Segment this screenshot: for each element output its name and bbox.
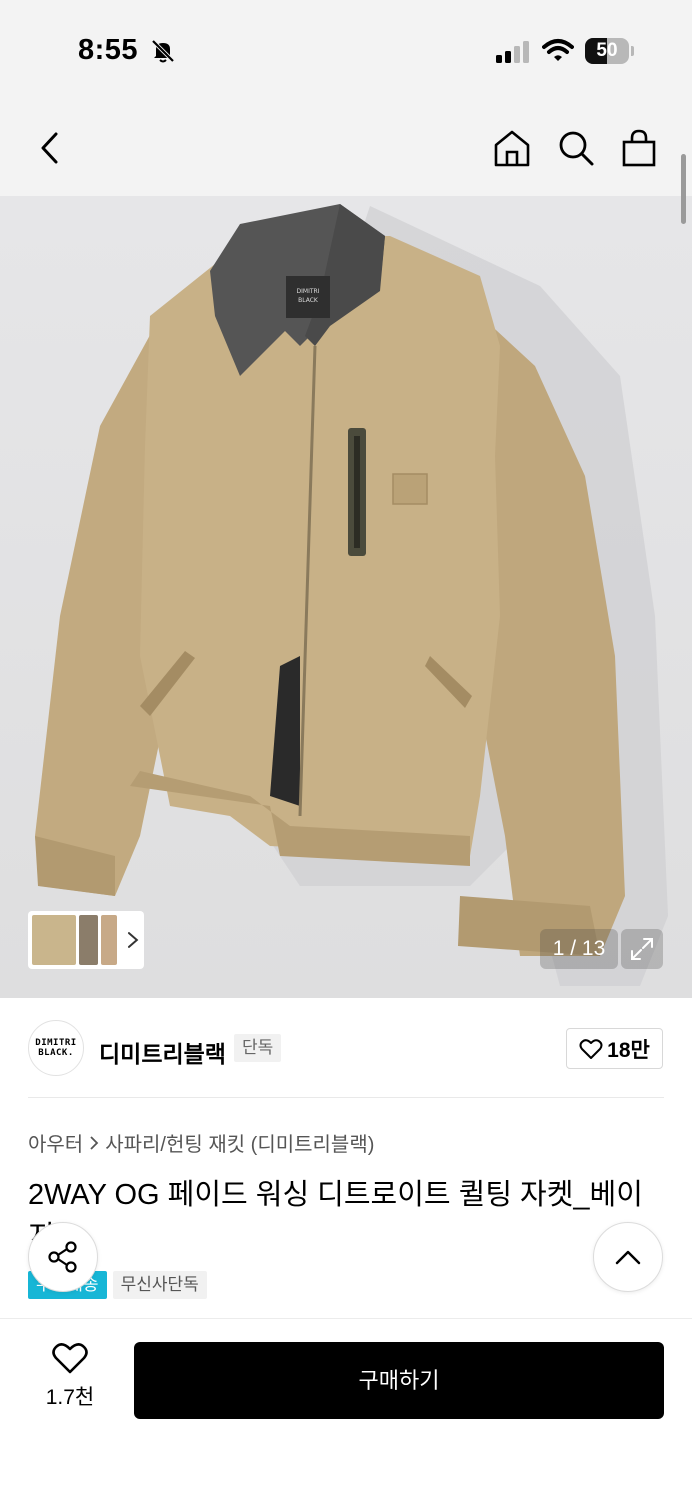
product-title: 2WAY OG 페이드 워싱 디트로이트 퀼팅 자켓_베이지: [28, 1179, 643, 1240]
back-button[interactable]: [30, 128, 70, 168]
cart-button[interactable]: [619, 128, 659, 168]
search-icon: [559, 131, 594, 166]
wishlist-count: 1.7천: [45, 1386, 95, 1409]
cellular-signal-icon: [496, 41, 529, 63]
bottom-action-bar: 1.7천 구매하기: [0, 1318, 692, 1500]
battery-percent: 50: [596, 40, 618, 61]
wishlist-button[interactable]: 1.7천: [34, 1341, 106, 1415]
brand-row: DIMITRI BLACK. 디미트리블랙 단독 18만: [0, 998, 692, 1098]
breadcrumb-item[interactable]: 아우터: [28, 1128, 83, 1157]
chevron-left-icon: [41, 132, 58, 164]
svg-text:DIMITRI: DIMITRI: [297, 288, 320, 295]
status-time: 8:55: [78, 34, 139, 66]
musinsa-exclusive-tag: 무신사단독: [112, 1271, 207, 1299]
thumbnail-image[interactable]: [101, 915, 118, 965]
battery-indicator: 50: [585, 38, 629, 64]
product-image: DIMITRI BLACK: [35, 204, 668, 986]
top-nav-bar: [0, 100, 692, 196]
expand-button[interactable]: [621, 929, 663, 969]
share-icon: [48, 1241, 77, 1273]
chevron-up-icon: [615, 1250, 641, 1265]
battery-tip: [631, 46, 634, 56]
wifi-icon: [542, 39, 574, 61]
home-button[interactable]: [492, 128, 532, 168]
heart-icon: [579, 1038, 603, 1059]
thumbnail-image[interactable]: [32, 915, 76, 965]
thumbnail-strip[interactable]: [28, 911, 144, 969]
breadcrumb: 아우터 사파리/헌팅 재킷 (디미트리블랙): [28, 1128, 374, 1157]
brand-like-button[interactable]: 18만: [566, 1028, 663, 1069]
image-counter: 1 / 13: [540, 929, 618, 969]
share-button[interactable]: [28, 1222, 98, 1292]
scroll-indicator[interactable]: [681, 154, 686, 224]
product-image-gallery[interactable]: DIMITRI BLACK 1 / 13: [0, 196, 692, 998]
brand-like-count: 18만: [607, 1038, 650, 1062]
scroll-to-top-button[interactable]: [593, 1222, 663, 1292]
brand-logo-text: BLACK.: [38, 1048, 74, 1058]
chevron-right-icon: [128, 932, 139, 948]
thumbnail-image[interactable]: [78, 915, 99, 965]
expand-icon: [631, 938, 653, 960]
breadcrumb-item[interactable]: 사파리/헌팅 재킷 (디미트리블랙): [105, 1128, 374, 1157]
heart-icon: [52, 1343, 88, 1374]
brand-name[interactable]: 디미트리블랙: [99, 1035, 226, 1069]
shopping-bag-icon: [622, 129, 656, 167]
status-bar: 8:55 50: [0, 0, 692, 100]
svg-text:BLACK: BLACK: [298, 297, 319, 304]
search-button[interactable]: [556, 128, 596, 168]
divider: [28, 1097, 664, 1098]
buy-button[interactable]: 구매하기: [134, 1342, 664, 1419]
home-icon: [494, 130, 530, 167]
exclusive-badge: 단독: [234, 1034, 282, 1062]
brand-logo-text: DIMITRI: [35, 1038, 77, 1048]
brand-logo[interactable]: DIMITRI BLACK.: [28, 1020, 84, 1076]
bell-slash-icon: [151, 39, 175, 63]
chevron-right-icon: [90, 1135, 99, 1150]
